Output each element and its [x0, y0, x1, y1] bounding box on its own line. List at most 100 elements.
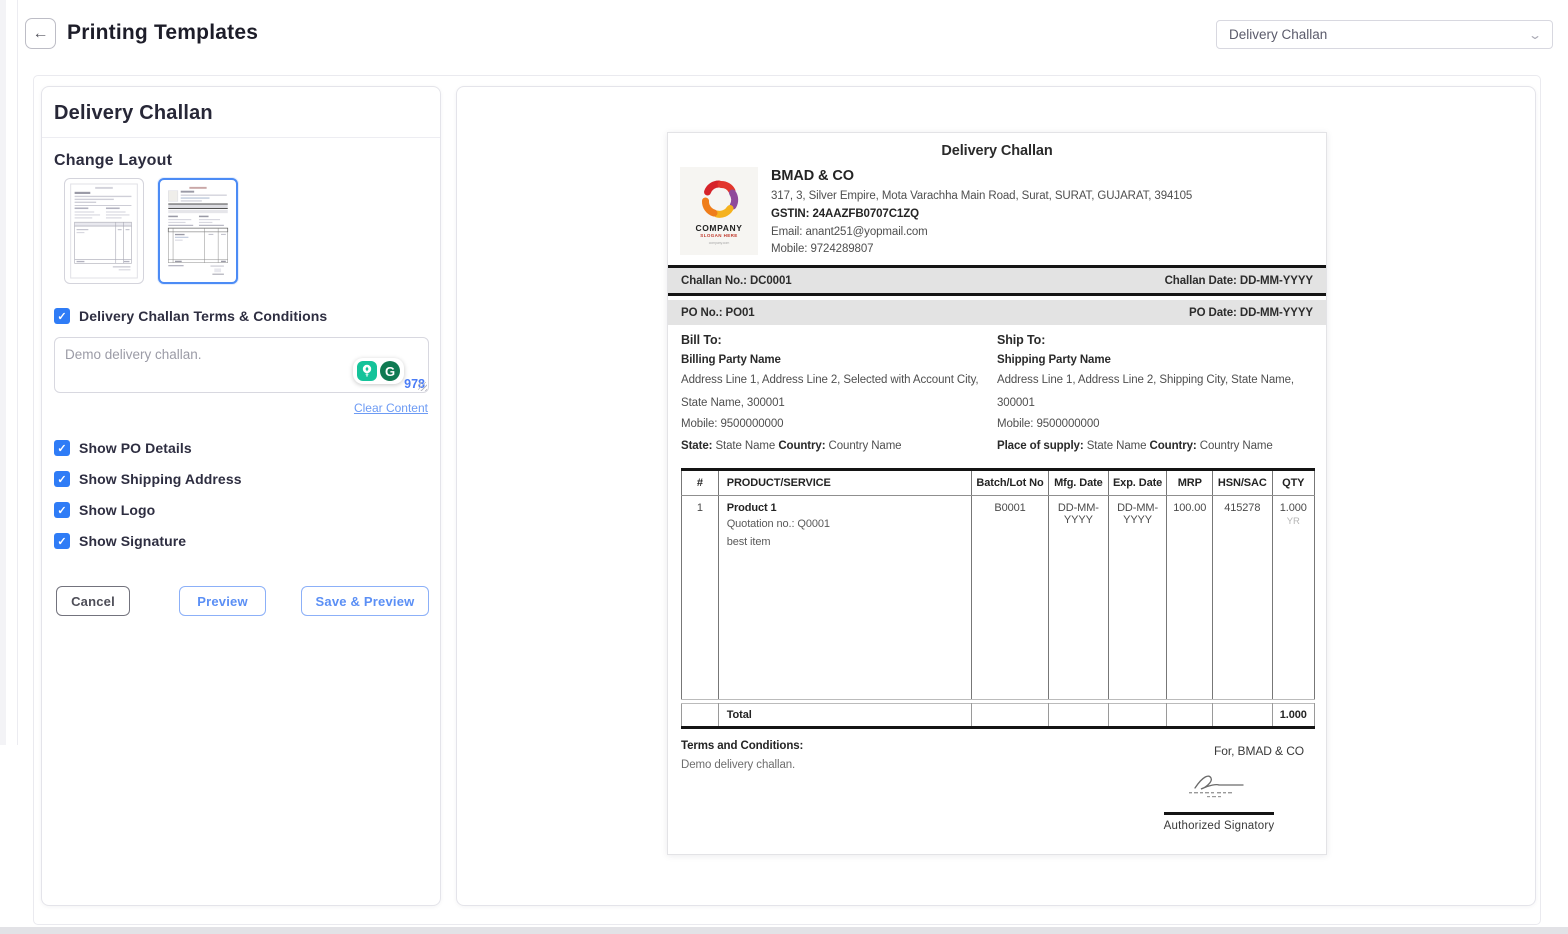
total-empty-cell: [1048, 702, 1109, 729]
terms-textarea-container: Demo delivery challan. G 978: [54, 337, 429, 393]
layout-option-1[interactable]: [64, 178, 144, 284]
item-exp-date: DD-MM-YYYY: [1108, 495, 1168, 700]
challan-number: Challan No.: DC0001: [681, 274, 792, 287]
country-label: Country:: [1149, 439, 1197, 452]
item-batch: B0001: [971, 495, 1050, 700]
country-value: Country Name: [828, 439, 902, 452]
col-batch: Batch/Lot No: [971, 467, 1050, 496]
template-dropdown-value: Delivery Challan: [1229, 27, 1328, 42]
item-index: 1: [681, 495, 719, 700]
item-mfg-date: DD-MM-YYYY: [1048, 495, 1109, 700]
company-address: 317, 3, Silver Empire, Mota Varachha Mai…: [771, 190, 1193, 202]
item-product-name: Product 1: [726, 501, 777, 514]
left-rail-divider: [17, 0, 18, 745]
signature-image: [1189, 775, 1244, 798]
show-logo-label: Show Logo: [79, 502, 156, 518]
total-row-table: Total 1.000: [681, 702, 1316, 729]
authorized-signatory-label: Authorized Signatory: [1163, 820, 1275, 832]
logo-slogan-text: SLOGAN HERE: [700, 233, 738, 238]
item-qty-cell: 1.000 YR: [1272, 495, 1316, 700]
bottom-strip: [0, 927, 1568, 934]
company-email: Email: anant251@yopmail.com: [771, 225, 928, 238]
company-mobile: Mobile: 9724289807: [771, 243, 874, 256]
template-dropdown[interactable]: Delivery Challan ⌄: [1216, 20, 1553, 49]
clear-content-link[interactable]: Clear Content: [354, 401, 428, 415]
cancel-button[interactable]: Cancel: [56, 586, 130, 616]
item-mrp: 100.00: [1166, 495, 1214, 700]
item-qty: 1.000: [1279, 501, 1307, 514]
save-and-preview-button[interactable]: Save & Preview: [301, 586, 429, 616]
suggestion-bulb-icon[interactable]: [357, 361, 377, 381]
challan-meta-bar: Challan No.: DC0001 Challan Date: DD-MM-…: [668, 268, 1326, 294]
panel-title: Delivery Challan: [42, 87, 440, 138]
pos-state-value: State Name: [1086, 439, 1147, 452]
total-label: Total: [717, 702, 972, 729]
total-empty-cell: [1212, 702, 1273, 729]
checkbox-checked-icon[interactable]: ✓: [54, 502, 70, 518]
delivery-challan-document: Delivery Challan COMPANY SLOGAN HERE com…: [667, 132, 1327, 855]
col-index: #: [681, 467, 719, 496]
billing-party-name: Billing Party Name: [681, 354, 781, 367]
document-header: COMPANY SLOGAN HERE company.com BMAD & C…: [668, 159, 1326, 265]
bill-to-heading: Bill To:: [681, 333, 722, 348]
show-signature-label: Show Signature: [79, 533, 187, 549]
checkbox-checked-icon[interactable]: ✓: [54, 308, 70, 324]
layout-option-2-selected[interactable]: [158, 178, 238, 284]
show-po-details-label: Show PO Details: [79, 440, 192, 456]
textarea-resize-handle[interactable]: [418, 382, 427, 391]
terms-conditions-checkbox-row[interactable]: ✓ Delivery Challan Terms & Conditions: [54, 308, 428, 324]
ship-to-block: Ship To: Shipping Party Name Address Lin…: [997, 333, 1313, 458]
company-info: BMAD & CO 317, 3, Silver Empire, Mota Va…: [771, 167, 1192, 259]
signature-line: [1164, 812, 1274, 815]
po-date: PO Date: DD-MM-YYYY: [1189, 306, 1313, 319]
checkbox-checked-icon[interactable]: ✓: [54, 440, 70, 456]
document-title: Delivery Challan: [941, 143, 1053, 159]
place-of-supply-line: Place of supply: State Name Country: Cou…: [997, 436, 1299, 458]
content-container: Delivery Challan Change Layout ✓ Deliver…: [33, 75, 1541, 925]
layout-2-thumbnail-graphic: [164, 184, 232, 278]
po-number: PO No.: PO01: [681, 306, 755, 319]
challan-date: Challan Date: DD-MM-YYYY: [1164, 274, 1314, 287]
logo-company-text: COMPANY: [695, 223, 743, 233]
checkbox-checked-icon[interactable]: ✓: [54, 471, 70, 487]
show-signature-checkbox-row[interactable]: ✓ Show Signature: [54, 533, 428, 549]
state-label: State:: [681, 439, 713, 452]
grammarly-g-icon[interactable]: G: [380, 361, 400, 381]
back-button[interactable]: ←: [25, 18, 56, 49]
signature-for-label: For, BMAD & CO: [1214, 744, 1304, 758]
total-empty-cell: [1166, 702, 1214, 729]
total-empty-cell: [970, 702, 1050, 729]
po-meta-bar: PO No.: PO01 PO Date: DD-MM-YYYY: [668, 300, 1326, 326]
company-logo-graphic: [702, 180, 739, 218]
country-label: Country:: [778, 439, 826, 452]
ship-to-heading: Ship To:: [997, 333, 1046, 348]
total-empty-cell: [1107, 702, 1168, 729]
bill-to-block: Bill To: Billing Party Name Address Line…: [681, 333, 997, 458]
chevron-down-icon: ⌄: [1527, 27, 1543, 42]
page-title: Printing Templates: [67, 21, 259, 44]
preview-button[interactable]: Preview: [179, 586, 266, 616]
show-shipping-address-label: Show Shipping Address: [79, 471, 242, 487]
company-logo: COMPANY SLOGAN HERE company.com: [680, 167, 758, 255]
company-name: BMAD & CO: [771, 168, 854, 184]
show-po-details-checkbox-row[interactable]: ✓ Show PO Details: [54, 440, 428, 456]
action-buttons: Cancel Preview Save & Preview: [42, 586, 440, 616]
left-rail: [0, 0, 6, 745]
layout-options: [64, 178, 428, 284]
item-qty-unit: YR: [1286, 515, 1300, 527]
change-layout-label: Change Layout: [54, 152, 173, 169]
arrow-left-icon: ←: [32, 24, 49, 42]
grammarly-widget[interactable]: G: [353, 358, 404, 384]
clear-content-row: Clear Content: [54, 399, 428, 417]
item-description: best item: [726, 535, 771, 548]
signature-block: For, BMAD & CO Authorized Signatory: [1134, 744, 1304, 832]
col-hsn: HSN/SAC: [1212, 467, 1273, 496]
shipping-mobile: Mobile: 9500000000: [997, 418, 1100, 431]
col-exp: Exp. Date: [1108, 467, 1168, 496]
items-table-header-row: # PRODUCT/SERVICE Batch/Lot No Mfg. Date…: [681, 467, 1316, 496]
checkbox-checked-icon[interactable]: ✓: [54, 533, 70, 549]
show-logo-checkbox-row[interactable]: ✓ Show Logo: [54, 502, 428, 518]
parties-section: Bill To: Billing Party Name Address Line…: [668, 325, 1326, 464]
item-product-cell: Product 1 Quotation no.: Q0001 best item: [718, 495, 972, 700]
show-shipping-address-checkbox-row[interactable]: ✓ Show Shipping Address: [54, 471, 428, 487]
